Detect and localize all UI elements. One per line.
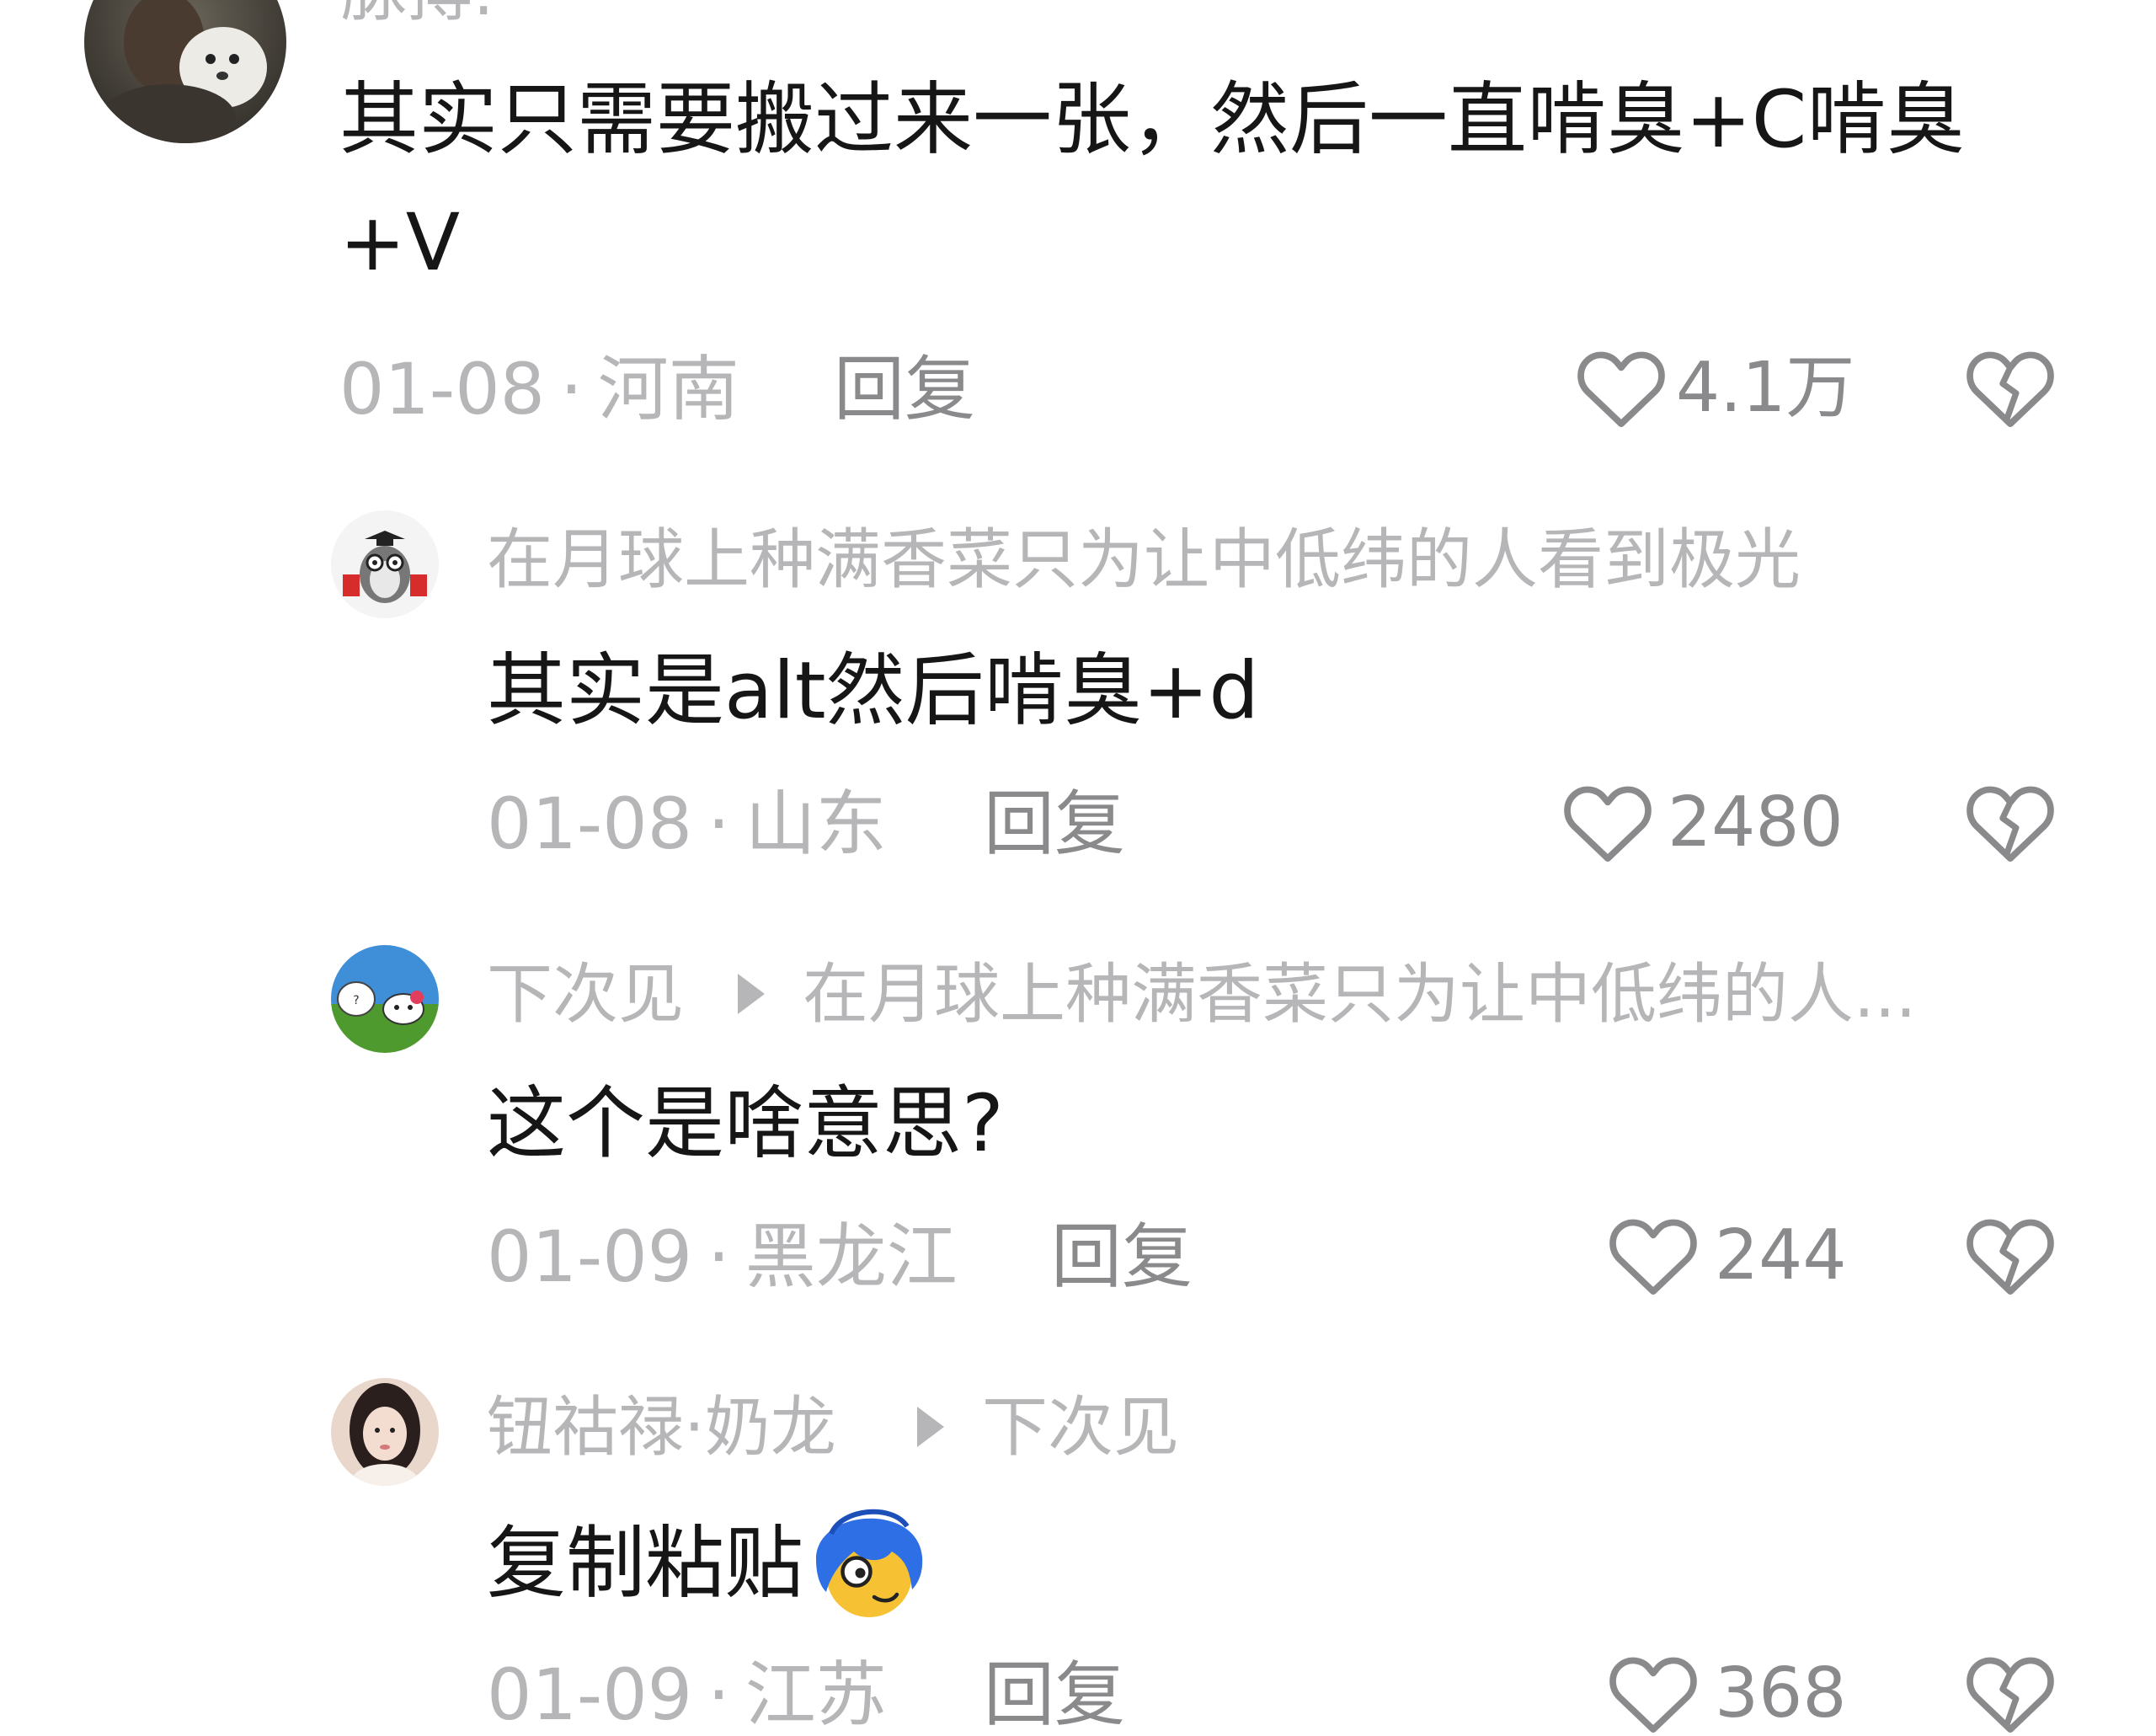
reply-button[interactable]: 回复 xyxy=(1051,1221,1193,1292)
broken-heart-icon[interactable] xyxy=(1964,1213,2057,1297)
meta-separator: · xyxy=(707,1653,730,1736)
meta-separator: · xyxy=(560,348,583,430)
broken-heart-icon[interactable] xyxy=(1964,345,2057,430)
comment-text: 其实是alt然后啃臭+d xyxy=(487,645,1260,737)
commenter-name[interactable]: 下次见 xyxy=(487,957,684,1033)
like-count: 368 xyxy=(1715,1653,1847,1733)
play-triangle-icon xyxy=(917,1407,944,1447)
avatar[interactable] xyxy=(331,510,439,618)
heart-outline-icon[interactable] xyxy=(1607,1213,1700,1297)
heart-outline-icon[interactable] xyxy=(1575,345,1668,430)
comment-location: 山东 xyxy=(744,783,887,865)
broken-heart-icon[interactable] xyxy=(1964,1651,2057,1735)
play-triangle-icon xyxy=(738,974,765,1014)
comment-username: 下次见 xyxy=(487,962,684,1028)
meta-separator: · xyxy=(707,1215,730,1298)
comment-text-content: 复制粘贴 xyxy=(487,1518,804,1610)
comment-text: 这个是啥意思? xyxy=(487,1078,1004,1170)
heart-outline-icon[interactable] xyxy=(1607,1651,1700,1735)
commenter-name[interactable]: 钮祜禄·奶龙 xyxy=(487,1390,836,1466)
heart-outline-icon[interactable] xyxy=(1561,780,1654,864)
like-count: 2480 xyxy=(1668,783,1844,863)
comment-username: 钮祜禄·奶龙 xyxy=(487,1395,836,1461)
like-count: 4.1万 xyxy=(1676,348,1855,428)
svg-text:?: ? xyxy=(353,994,359,1007)
meta-separator: · xyxy=(707,783,730,865)
comment-username[interactable]: 脉搏: xyxy=(341,0,494,25)
broken-heart-icon[interactable] xyxy=(1964,780,2057,864)
comment-location: 黑龙江 xyxy=(744,1215,958,1298)
reply-button[interactable]: 回复 xyxy=(984,788,1125,859)
comment-location: 河南 xyxy=(597,348,739,430)
reply-to-username[interactable]: 在月球上种满香菜只为让中低纬的人... xyxy=(803,962,1916,1028)
comment-date: 01-08 xyxy=(339,348,546,430)
comment-meta: 01-09 · 黑龙江 xyxy=(487,1221,958,1292)
comment-username[interactable]: 在月球上种满香菜只为让中低纬的人看到极光 xyxy=(487,527,1801,593)
comment-meta: 01-08 · 山东 xyxy=(487,788,887,859)
comment-date: 01-09 xyxy=(487,1653,693,1736)
reply-button[interactable]: 回复 xyxy=(984,1659,1125,1730)
comment-meta: 01-08 · 河南 xyxy=(339,354,739,425)
comment-text: 复制粘贴 xyxy=(487,1496,2087,1626)
like-count: 244 xyxy=(1715,1215,1847,1295)
comment-date: 01-09 xyxy=(487,1215,693,1298)
avatar[interactable]: ? xyxy=(331,945,439,1053)
avatar[interactable] xyxy=(84,0,286,143)
comment-location: 江苏 xyxy=(744,1653,887,1736)
reply-to-username[interactable]: 下次见 xyxy=(982,1395,1179,1461)
reply-button[interactable]: 回复 xyxy=(834,354,975,425)
comment-meta: 01-09 · 江苏 xyxy=(487,1659,887,1730)
comment-text: 其实只需要搬过来一张，然后一直啃臭+C啃臭+V xyxy=(339,74,1966,289)
avatar[interactable] xyxy=(331,1378,439,1486)
blue-hair-face-emoji xyxy=(816,1509,923,1617)
comment-date: 01-08 xyxy=(487,783,693,865)
